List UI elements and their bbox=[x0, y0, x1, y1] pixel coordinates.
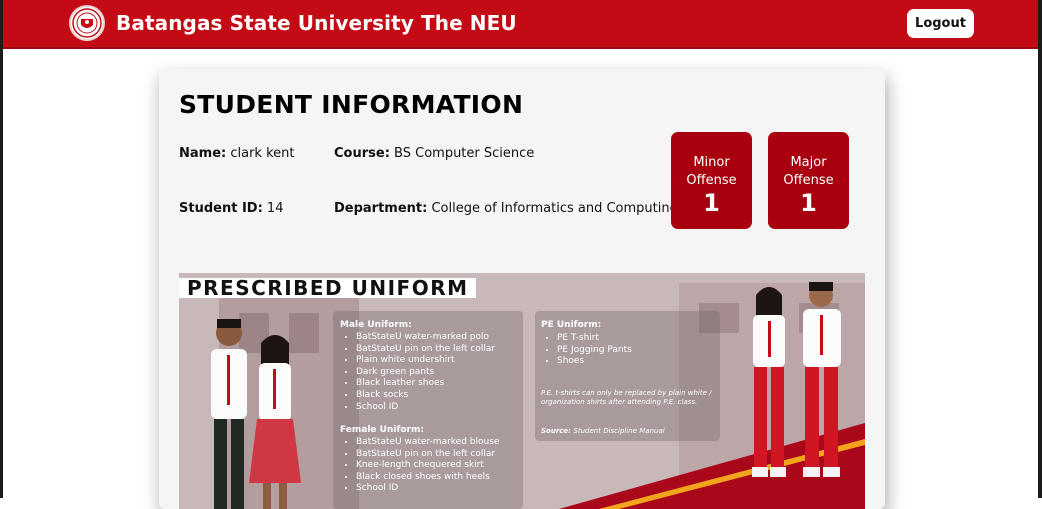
male-uniform-heading: Male Uniform: bbox=[340, 320, 412, 330]
male-uniform-list: BatStateU water-marked polo BatStateU pi… bbox=[342, 332, 495, 413]
name-value: clark kent bbox=[230, 146, 295, 161]
window-frame-right bbox=[1038, 0, 1042, 498]
student-id: Student ID: 14 bbox=[179, 201, 283, 216]
major-offense-count: 1 bbox=[800, 189, 817, 217]
brand-title: Batangas State University The NEU bbox=[116, 11, 517, 35]
logout-button[interactable]: Logout bbox=[907, 9, 974, 38]
pe-uniform-heading: PE Uniform: bbox=[541, 320, 602, 330]
department-label: Department: bbox=[334, 201, 428, 216]
navbar: Batangas State University The NEU Logout bbox=[3, 0, 1038, 49]
pe-uniform-panel bbox=[535, 311, 720, 441]
course-label: Course: bbox=[334, 146, 390, 161]
pe-uniform-note: P.E. t-shirts can only be replaced by pl… bbox=[541, 389, 712, 406]
page-title: STUDENT INFORMATION bbox=[179, 90, 524, 119]
pe-uniform-list: PE T-shirt PE Jogging Pants Shoes bbox=[543, 333, 632, 368]
window-frame-left bbox=[0, 0, 3, 498]
female-uniform-heading: Female Uniform: bbox=[340, 425, 424, 435]
student-info-card: STUDENT INFORMATION Name: clark kent Cou… bbox=[159, 69, 885, 509]
name-label: Name: bbox=[179, 146, 227, 161]
student-course: Course: BS Computer Science bbox=[334, 146, 534, 161]
uniform-title: PRESCRIBED UNIFORM bbox=[179, 278, 476, 298]
major-offense-card[interactable]: Major Offense 1 bbox=[768, 132, 849, 229]
minor-offense-label: Minor Offense bbox=[686, 155, 737, 188]
female-student-figure bbox=[249, 335, 301, 509]
female-uniform-list: BatStateU water-marked blouse BatStateU … bbox=[342, 437, 499, 495]
course-value: BS Computer Science bbox=[394, 146, 535, 161]
uniform-source: Source: Student Discipline Manual bbox=[541, 427, 665, 435]
minor-offense-card[interactable]: Minor Offense 1 bbox=[671, 132, 752, 229]
university-logo bbox=[69, 5, 105, 41]
student-id-value: 14 bbox=[266, 201, 284, 216]
student-id-label: Student ID: bbox=[179, 201, 263, 216]
male-pe-student-figure bbox=[803, 282, 841, 477]
major-offense-label: Major Offense bbox=[783, 155, 834, 188]
minor-offense-count: 1 bbox=[703, 189, 720, 217]
prescribed-uniform-image: PRESCRIBED UNIFORM Male Uniform: BatStat… bbox=[179, 273, 865, 509]
student-name: Name: clark kent bbox=[179, 146, 295, 161]
female-pe-student-figure bbox=[752, 287, 786, 477]
